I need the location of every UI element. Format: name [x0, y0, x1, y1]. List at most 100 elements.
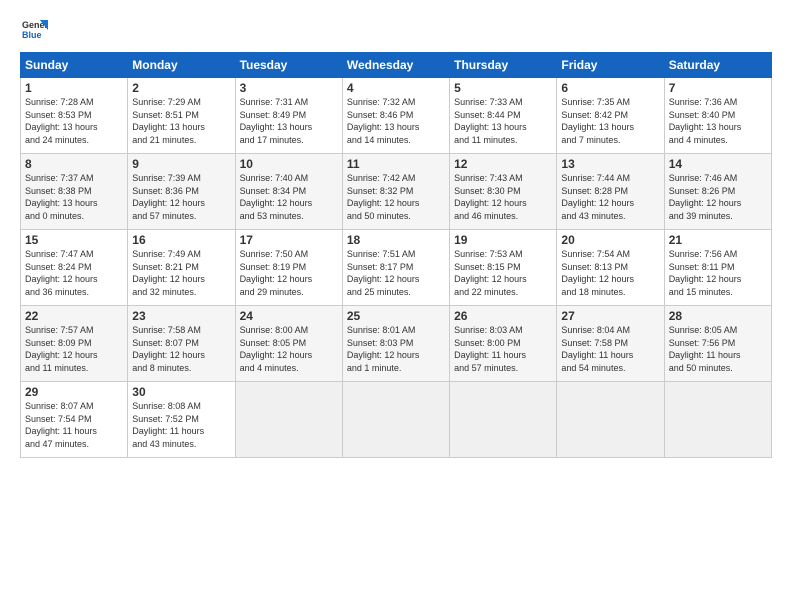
- day-info: Sunrise: 7:49 AM: [132, 248, 230, 261]
- col-header-saturday: Saturday: [664, 53, 771, 78]
- day-info: and 39 minutes.: [669, 210, 767, 223]
- day-number: 28: [669, 309, 767, 323]
- day-info: Daylight: 13 hours: [669, 121, 767, 134]
- day-info: Sunset: 7:54 PM: [25, 413, 123, 426]
- day-info: Daylight: 11 hours: [25, 425, 123, 438]
- table-row: 30Sunrise: 8:08 AMSunset: 7:52 PMDayligh…: [128, 382, 235, 458]
- day-info: and 54 minutes.: [561, 362, 659, 375]
- table-row: 21Sunrise: 7:56 AMSunset: 8:11 PMDayligh…: [664, 230, 771, 306]
- day-number: 7: [669, 81, 767, 95]
- table-row: 20Sunrise: 7:54 AMSunset: 8:13 PMDayligh…: [557, 230, 664, 306]
- day-number: 9: [132, 157, 230, 171]
- table-row: 6Sunrise: 7:35 AMSunset: 8:42 PMDaylight…: [557, 78, 664, 154]
- day-info: Daylight: 11 hours: [669, 349, 767, 362]
- day-info: Sunset: 8:51 PM: [132, 109, 230, 122]
- day-info: Sunrise: 8:03 AM: [454, 324, 552, 337]
- table-row: [342, 382, 449, 458]
- day-info: and 57 minutes.: [132, 210, 230, 223]
- day-info: Sunset: 7:56 PM: [669, 337, 767, 350]
- day-info: Sunset: 8:42 PM: [561, 109, 659, 122]
- day-info: and 43 minutes.: [132, 438, 230, 451]
- day-info: Sunrise: 7:50 AM: [240, 248, 338, 261]
- day-number: 8: [25, 157, 123, 171]
- col-header-friday: Friday: [557, 53, 664, 78]
- day-info: Sunrise: 7:58 AM: [132, 324, 230, 337]
- day-info: Sunset: 8:40 PM: [669, 109, 767, 122]
- table-row: [450, 382, 557, 458]
- table-row: 23Sunrise: 7:58 AMSunset: 8:07 PMDayligh…: [128, 306, 235, 382]
- day-info: Sunset: 8:11 PM: [669, 261, 767, 274]
- day-info: Sunrise: 7:42 AM: [347, 172, 445, 185]
- day-number: 22: [25, 309, 123, 323]
- col-header-tuesday: Tuesday: [235, 53, 342, 78]
- day-info: and 32 minutes.: [132, 286, 230, 299]
- day-info: and 50 minutes.: [347, 210, 445, 223]
- col-header-monday: Monday: [128, 53, 235, 78]
- table-row: 10Sunrise: 7:40 AMSunset: 8:34 PMDayligh…: [235, 154, 342, 230]
- day-info: Sunset: 8:19 PM: [240, 261, 338, 274]
- day-number: 25: [347, 309, 445, 323]
- day-info: Sunrise: 7:43 AM: [454, 172, 552, 185]
- day-info: and 0 minutes.: [25, 210, 123, 223]
- day-info: Sunset: 8:00 PM: [454, 337, 552, 350]
- day-info: and 14 minutes.: [347, 134, 445, 147]
- day-info: Daylight: 12 hours: [25, 349, 123, 362]
- day-info: Daylight: 12 hours: [132, 273, 230, 286]
- day-number: 18: [347, 233, 445, 247]
- day-info: Sunset: 8:30 PM: [454, 185, 552, 198]
- day-number: 19: [454, 233, 552, 247]
- day-info: Sunrise: 7:57 AM: [25, 324, 123, 337]
- day-number: 6: [561, 81, 659, 95]
- day-number: 13: [561, 157, 659, 171]
- day-info: Sunrise: 7:40 AM: [240, 172, 338, 185]
- day-number: 20: [561, 233, 659, 247]
- day-info: and 15 minutes.: [669, 286, 767, 299]
- day-info: and 17 minutes.: [240, 134, 338, 147]
- day-info: and 24 minutes.: [25, 134, 123, 147]
- day-info: Sunrise: 7:36 AM: [669, 96, 767, 109]
- day-info: Sunrise: 7:39 AM: [132, 172, 230, 185]
- day-info: Sunrise: 7:35 AM: [561, 96, 659, 109]
- day-info: and 11 minutes.: [25, 362, 123, 375]
- table-row: 25Sunrise: 8:01 AMSunset: 8:03 PMDayligh…: [342, 306, 449, 382]
- day-info: Daylight: 13 hours: [347, 121, 445, 134]
- day-info: Sunrise: 7:37 AM: [25, 172, 123, 185]
- table-row: 8Sunrise: 7:37 AMSunset: 8:38 PMDaylight…: [21, 154, 128, 230]
- day-number: 10: [240, 157, 338, 171]
- table-row: [557, 382, 664, 458]
- day-info: Sunrise: 8:05 AM: [669, 324, 767, 337]
- table-row: 1Sunrise: 7:28 AMSunset: 8:53 PMDaylight…: [21, 78, 128, 154]
- table-row: [235, 382, 342, 458]
- day-info: Sunset: 8:26 PM: [669, 185, 767, 198]
- table-row: 28Sunrise: 8:05 AMSunset: 7:56 PMDayligh…: [664, 306, 771, 382]
- day-info: Sunset: 8:36 PM: [132, 185, 230, 198]
- day-info: Sunset: 7:58 PM: [561, 337, 659, 350]
- col-header-thursday: Thursday: [450, 53, 557, 78]
- day-info: and 25 minutes.: [347, 286, 445, 299]
- table-row: 29Sunrise: 8:07 AMSunset: 7:54 PMDayligh…: [21, 382, 128, 458]
- day-info: Sunrise: 8:04 AM: [561, 324, 659, 337]
- day-info: Sunset: 8:05 PM: [240, 337, 338, 350]
- table-row: 9Sunrise: 7:39 AMSunset: 8:36 PMDaylight…: [128, 154, 235, 230]
- table-row: 11Sunrise: 7:42 AMSunset: 8:32 PMDayligh…: [342, 154, 449, 230]
- table-row: 4Sunrise: 7:32 AMSunset: 8:46 PMDaylight…: [342, 78, 449, 154]
- table-row: 13Sunrise: 7:44 AMSunset: 8:28 PMDayligh…: [557, 154, 664, 230]
- day-info: Sunset: 8:38 PM: [25, 185, 123, 198]
- day-info: Daylight: 12 hours: [454, 197, 552, 210]
- table-row: 18Sunrise: 7:51 AMSunset: 8:17 PMDayligh…: [342, 230, 449, 306]
- day-info: and 21 minutes.: [132, 134, 230, 147]
- day-info: Daylight: 12 hours: [669, 273, 767, 286]
- day-info: Sunset: 8:44 PM: [454, 109, 552, 122]
- day-info: Sunrise: 8:01 AM: [347, 324, 445, 337]
- day-info: Sunrise: 7:29 AM: [132, 96, 230, 109]
- day-number: 3: [240, 81, 338, 95]
- table-row: 24Sunrise: 8:00 AMSunset: 8:05 PMDayligh…: [235, 306, 342, 382]
- day-info: and 50 minutes.: [669, 362, 767, 375]
- day-info: Sunset: 8:34 PM: [240, 185, 338, 198]
- day-number: 15: [25, 233, 123, 247]
- day-info: and 43 minutes.: [561, 210, 659, 223]
- table-row: 2Sunrise: 7:29 AMSunset: 8:51 PMDaylight…: [128, 78, 235, 154]
- day-info: Daylight: 12 hours: [240, 273, 338, 286]
- day-number: 30: [132, 385, 230, 399]
- day-info: Sunset: 8:28 PM: [561, 185, 659, 198]
